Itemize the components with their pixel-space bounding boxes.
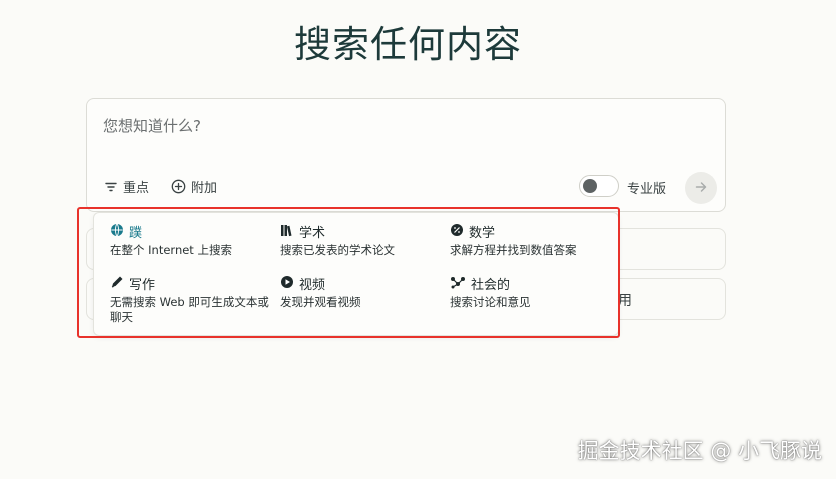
pro-label: 专业版 bbox=[627, 182, 667, 197]
attach-label: 附加 bbox=[191, 181, 218, 196]
focus-option-label: 社会的 bbox=[471, 277, 511, 293]
pencil-icon bbox=[110, 274, 124, 293]
focus-option-web[interactable]: 蹼 在整个 Internet 上搜索 bbox=[110, 222, 280, 258]
focus-option-social[interactable]: 社会的 搜索讨论和意见 bbox=[450, 274, 620, 310]
page-title: 搜索任何内容 bbox=[294, 23, 522, 66]
focus-option-description: 搜索已发表的学术论文 bbox=[280, 243, 395, 257]
focus-option-math[interactable]: 数学 求解方程并找到数值答案 bbox=[450, 222, 620, 258]
arrow-right-icon bbox=[694, 179, 708, 198]
focus-dropdown: 蹼 在整个 Internet 上搜索 学术 搜索已发表的学术论文 数学 求解方程… bbox=[93, 212, 619, 336]
globe-icon bbox=[110, 222, 124, 241]
focus-option-label: 视频 bbox=[299, 277, 326, 293]
focus-option-academic[interactable]: 学术 搜索已发表的学术论文 bbox=[280, 222, 450, 258]
search-box: 重点 附加 专业版 bbox=[86, 98, 726, 212]
focus-option-description: 在整个 Internet 上搜索 bbox=[110, 243, 232, 257]
filter-icon bbox=[104, 180, 118, 194]
watermark: 掘金技术社区 @ 小飞豚说 bbox=[577, 439, 822, 463]
search-input[interactable] bbox=[103, 117, 663, 135]
focus-option-description: 无需搜索 Web 即可生成文本或聊天 bbox=[110, 295, 269, 324]
suggestion-card-partial-text: 用 bbox=[618, 293, 632, 309]
focus-option-label: 写作 bbox=[129, 277, 156, 293]
focus-option-label: 蹼 bbox=[129, 225, 143, 241]
pro-toggle[interactable] bbox=[579, 175, 619, 197]
focus-option-video[interactable]: 视频 发现并观看视频 bbox=[280, 274, 450, 310]
focus-option-writing[interactable]: 写作 无需搜索 Web 即可生成文本或聊天 bbox=[110, 274, 270, 325]
focus-button[interactable]: 重点 bbox=[104, 177, 149, 196]
focus-option-description: 搜索讨论和意见 bbox=[450, 295, 531, 309]
attach-button[interactable]: 附加 bbox=[171, 177, 217, 196]
focus-label: 重点 bbox=[123, 181, 150, 196]
play-icon bbox=[280, 274, 294, 293]
submit-button[interactable] bbox=[685, 172, 717, 204]
toggle-knob bbox=[583, 179, 597, 193]
focus-option-label: 数学 bbox=[469, 225, 496, 241]
network-icon bbox=[450, 274, 466, 293]
percent-icon bbox=[450, 222, 464, 241]
focus-option-label: 学术 bbox=[299, 225, 326, 241]
add-circle-icon bbox=[171, 179, 186, 194]
books-icon bbox=[280, 222, 294, 241]
focus-option-description: 发现并观看视频 bbox=[280, 295, 361, 309]
focus-option-description: 求解方程并找到数值答案 bbox=[450, 243, 577, 257]
